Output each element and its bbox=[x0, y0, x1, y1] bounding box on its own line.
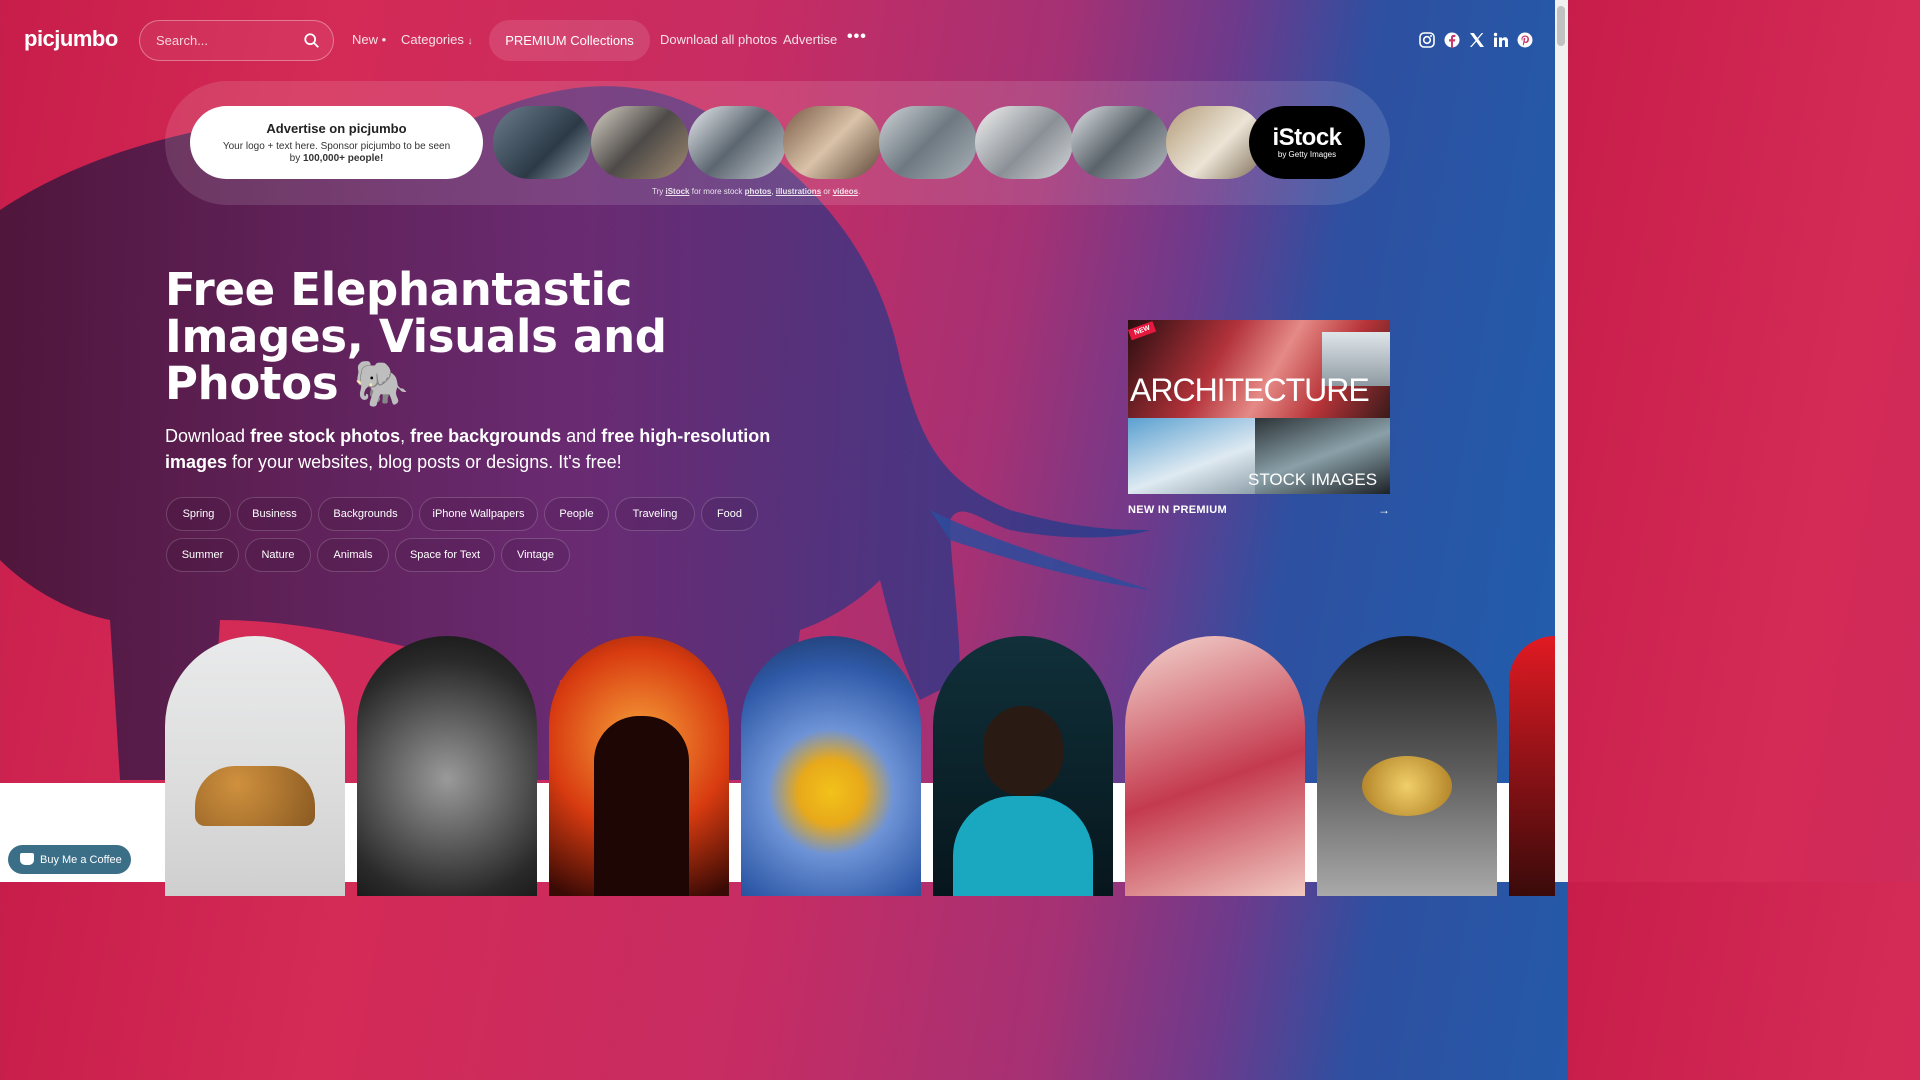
architecture-heading: ARCHITECTURE bbox=[1130, 372, 1370, 408]
istock-logo[interactable]: iStock by Getty Images bbox=[1249, 106, 1365, 179]
nav-new[interactable]: New • bbox=[352, 32, 386, 47]
stock-thumbnail[interactable] bbox=[1071, 106, 1169, 179]
photo-card[interactable] bbox=[1509, 636, 1555, 896]
search-input[interactable] bbox=[156, 33, 296, 48]
new-in-premium-link[interactable]: NEW IN PREMIUM bbox=[1128, 504, 1227, 516]
photo-card[interactable] bbox=[933, 636, 1113, 896]
page-scrollbar[interactable] bbox=[1555, 0, 1568, 882]
hero-title: Free Elephantastic Images, Visuals and P… bbox=[165, 263, 667, 410]
tag-people[interactable]: People bbox=[544, 497, 609, 531]
more-menu-icon[interactable]: ••• bbox=[847, 28, 867, 46]
stock-thumbnail[interactable] bbox=[975, 106, 1073, 179]
tag-traveling[interactable]: Traveling bbox=[615, 497, 695, 531]
arrow-down-icon: ↓ bbox=[467, 36, 473, 47]
stock-thumbnail[interactable] bbox=[879, 106, 977, 179]
premium-collections-button[interactable]: PREMIUM Collections bbox=[489, 20, 650, 61]
advertise-box[interactable]: Advertise on picjumbo Your logo + text h… bbox=[190, 106, 483, 179]
nav-download-all[interactable]: Download all photos bbox=[660, 32, 777, 47]
nav-categories[interactable]: Categories ↓ bbox=[401, 32, 473, 47]
search-box[interactable] bbox=[139, 20, 334, 61]
coffee-cup-icon bbox=[20, 853, 34, 865]
photos-link[interactable]: photos bbox=[745, 187, 772, 196]
tag-iphone-wallpapers[interactable]: iPhone Wallpapers bbox=[419, 497, 538, 531]
instagram-icon[interactable] bbox=[1419, 32, 1435, 48]
tag-summer[interactable]: Summer bbox=[166, 538, 239, 572]
advertise-text: Your logo + text here. Sponsor picjumbo … bbox=[222, 141, 451, 164]
videos-link[interactable]: videos bbox=[833, 187, 858, 196]
tag-space-for-text[interactable]: Space for Text bbox=[395, 538, 495, 572]
tag-nature[interactable]: Nature bbox=[245, 538, 311, 572]
advertise-title: Advertise on picjumbo bbox=[266, 121, 407, 136]
tag-animals[interactable]: Animals bbox=[317, 538, 389, 572]
tag-backgrounds[interactable]: Backgrounds bbox=[318, 497, 413, 531]
hero-subtitle: Download free stock photos, free backgro… bbox=[165, 426, 771, 472]
stock-thumbnail[interactable] bbox=[493, 106, 591, 179]
search-icon[interactable] bbox=[303, 32, 321, 50]
istock-link[interactable]: iStock bbox=[666, 187, 690, 196]
scrollbar-thumb[interactable] bbox=[1557, 6, 1565, 46]
nav-advertise[interactable]: Advertise bbox=[783, 32, 837, 47]
stock-thumbnail[interactable] bbox=[688, 106, 786, 179]
tag-vintage[interactable]: Vintage bbox=[501, 538, 570, 572]
stock-thumbnail[interactable] bbox=[591, 106, 689, 179]
premium-architecture-card[interactable]: NEW ARCHITECTURE STOCK IMAGES bbox=[1128, 320, 1390, 494]
tag-food[interactable]: Food bbox=[701, 497, 758, 531]
istock-links: Try iStock for more stock photos, illust… bbox=[652, 187, 861, 196]
tag-business[interactable]: Business bbox=[237, 497, 312, 531]
buy-me-a-coffee-button[interactable]: Buy Me a Coffee bbox=[8, 845, 131, 874]
photo-card[interactable] bbox=[1317, 636, 1497, 896]
photo-card[interactable] bbox=[1125, 636, 1305, 896]
photo-card[interactable] bbox=[165, 636, 345, 896]
linkedin-icon[interactable] bbox=[1493, 32, 1509, 48]
photo-card[interactable] bbox=[357, 636, 537, 896]
tag-spring[interactable]: Spring bbox=[166, 497, 231, 531]
illustrations-link[interactable]: illustrations bbox=[776, 187, 821, 196]
stock-images-text: STOCK IMAGES bbox=[1248, 470, 1378, 489]
site-logo[interactable]: picjumbo bbox=[24, 26, 118, 52]
dot-icon: • bbox=[381, 32, 387, 47]
photo-card[interactable] bbox=[741, 636, 921, 896]
x-icon[interactable] bbox=[1469, 32, 1485, 48]
pinterest-icon[interactable] bbox=[1517, 32, 1533, 48]
facebook-icon[interactable] bbox=[1444, 32, 1460, 48]
photo-card[interactable] bbox=[549, 636, 729, 896]
arrow-right-icon[interactable]: → bbox=[1378, 503, 1390, 517]
stock-thumbnail[interactable] bbox=[783, 106, 881, 179]
